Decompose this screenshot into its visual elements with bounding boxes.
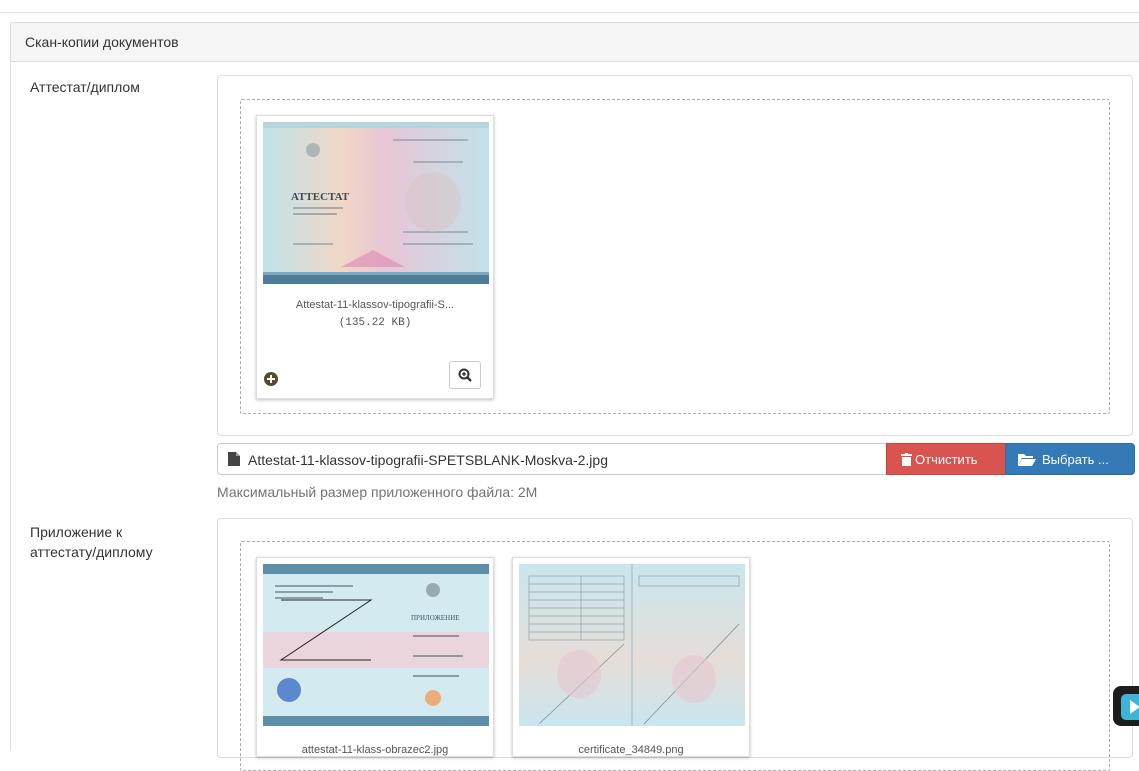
max-size-hint: Максимальный размер приложенного файла: … xyxy=(217,484,538,500)
plus-circle-icon[interactable] xyxy=(264,372,278,386)
attestat-image: ATTECTAT xyxy=(263,122,489,284)
clear-button[interactable]: Отчистить xyxy=(886,443,1006,475)
attestat-appendix-image: ПРИЛОЖЕНИЕ xyxy=(263,564,489,726)
browse-button[interactable]: Выбрать ... xyxy=(1005,443,1135,475)
file-preview-thumb: certificate_34849.png xyxy=(512,557,750,757)
file-icon xyxy=(228,452,240,466)
zoom-button[interactable] xyxy=(449,361,481,389)
zoom-in-icon xyxy=(458,368,472,382)
panel-title: Скан-копии документов xyxy=(25,34,179,50)
play-icon xyxy=(1121,694,1139,720)
svg-text:ATTECTAT: ATTECTAT xyxy=(291,191,350,203)
trash-icon xyxy=(901,453,912,466)
appendix-preview-box: ПРИЛОЖЕНИЕ attestat-11-klass-obrazec2.jp… xyxy=(217,518,1133,771)
appendix-dropzone[interactable]: ПРИЛОЖЕНИЕ attestat-11-klass-obrazec2.jp… xyxy=(240,541,1110,771)
chat-widget-button[interactable] xyxy=(1113,686,1139,726)
appendix-label: Приложение к аттестату/диплому xyxy=(30,524,153,560)
panel-heading: Скан-копии документов xyxy=(10,22,1139,62)
file-name-field[interactable]: Attestat-11-klassov-tipografii-SPETSBLAN… xyxy=(217,443,887,475)
svg-text:ПРИЛОЖЕНИЕ: ПРИЛОЖЕНИЕ xyxy=(411,614,460,622)
panel-left-border xyxy=(10,61,11,751)
folder-open-icon xyxy=(1018,454,1036,466)
certificate-image xyxy=(519,564,745,726)
diploma-dropzone[interactable]: ATTECTAT Attestat-11-klassov-tipografii-… xyxy=(240,99,1110,414)
top-divider xyxy=(0,12,1139,13)
browse-button-label: Выбрать ... xyxy=(1042,452,1109,467)
file-caption: Attestat-11-klassov-tipografii-S... xyxy=(295,299,455,311)
file-preview-thumb: ПРИЛОЖЕНИЕ attestat-11-klass-obrazec2.jp… xyxy=(256,557,494,757)
file-name-value: Attestat-11-klassov-tipografii-SPETSBLAN… xyxy=(248,452,608,468)
file-caption: attestat-11-klass-obrazec2.jpg xyxy=(301,744,449,756)
diploma-preview-box: ATTECTAT Attestat-11-klassov-tipografii-… xyxy=(217,75,1133,436)
file-caption: certificate_34849.png xyxy=(578,744,684,756)
diploma-label: Аттестат/диплом xyxy=(30,79,140,95)
file-preview-thumb: ATTECTAT Attestat-11-klassov-tipografii-… xyxy=(256,115,494,399)
file-size: (135.22 KB) xyxy=(338,317,412,329)
clear-button-label: Отчистить xyxy=(915,452,978,467)
